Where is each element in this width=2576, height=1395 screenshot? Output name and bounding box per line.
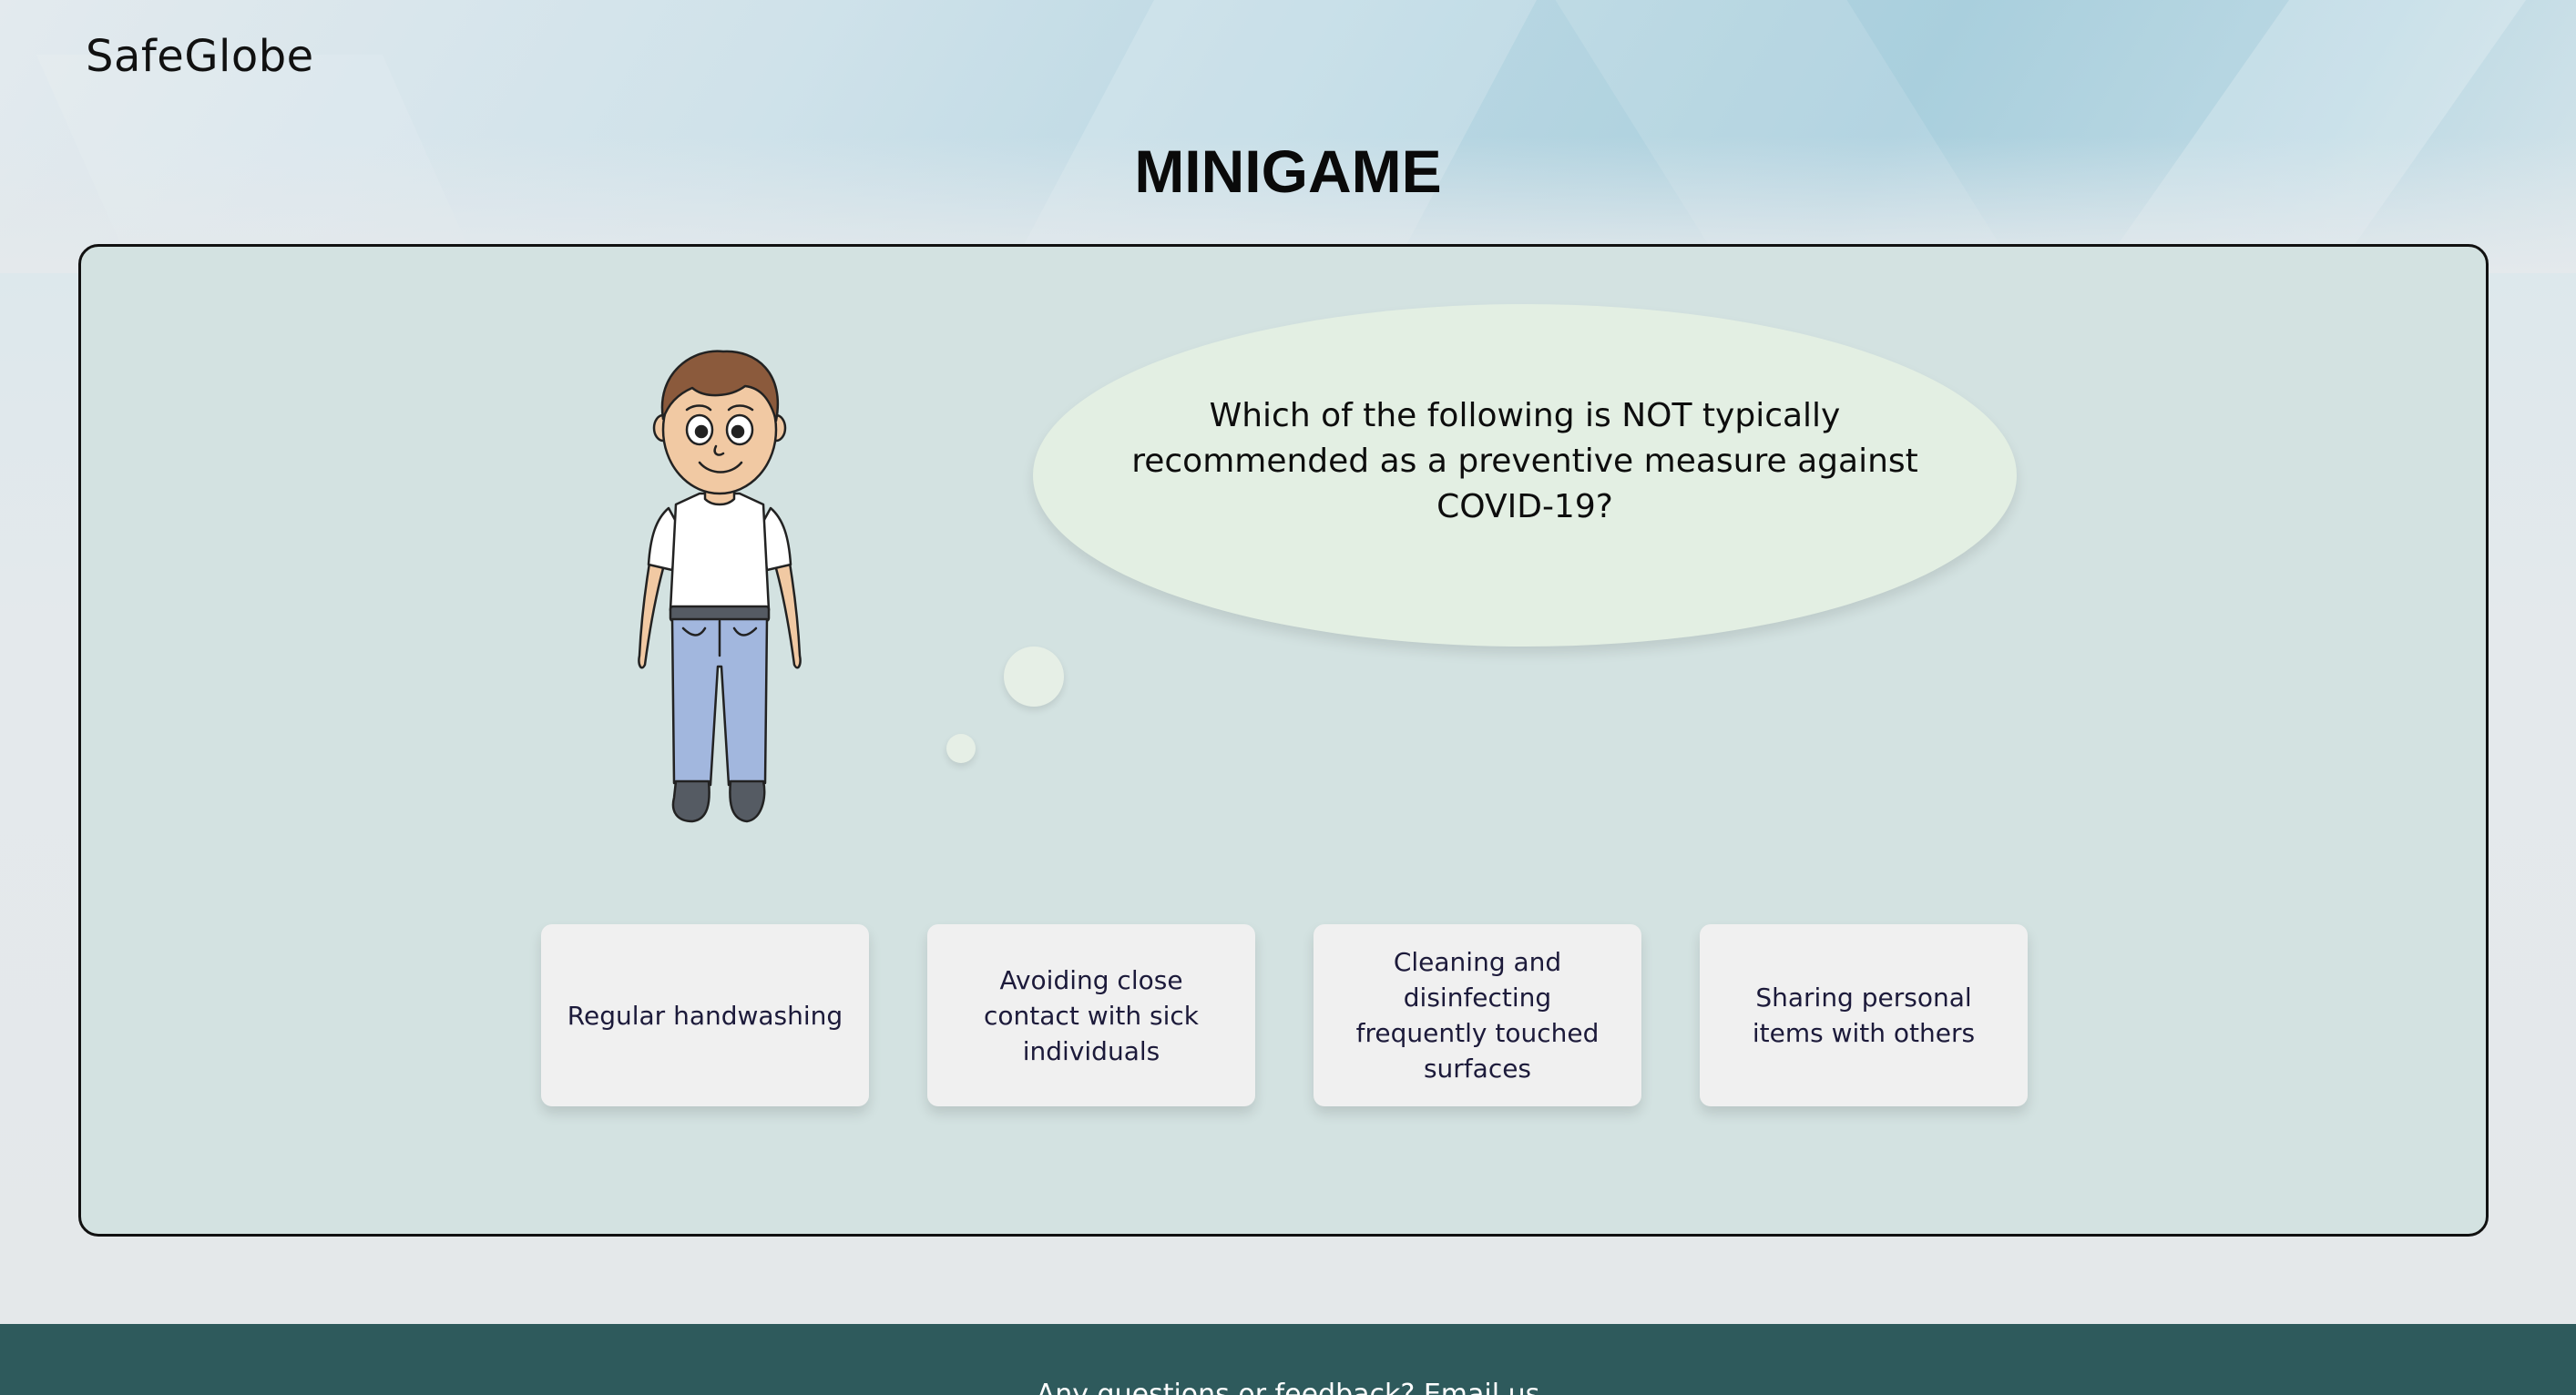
thought-bubble-dot	[946, 734, 976, 763]
page-title: MINIGAME	[1134, 137, 1442, 205]
answer-options: Regular handwashing Avoiding close conta…	[541, 924, 2029, 1106]
question-text: Which of the following is NOT typically …	[1131, 397, 1918, 525]
footer: Any questions or feedback? Email us	[0, 1324, 2576, 1395]
answer-option-button[interactable]: Sharing personal items with others	[1700, 924, 2028, 1106]
site-logo[interactable]: SafeGlobe	[86, 31, 314, 82]
thought-bubble: Which of the following is NOT typically …	[1033, 304, 2017, 647]
answer-option-button[interactable]: Avoiding close contact with sick individ…	[927, 924, 1255, 1106]
thought-bubble-dot	[1004, 647, 1064, 707]
cartoon-boy-character	[638, 350, 802, 823]
answer-option-button[interactable]: Cleaning and disinfecting frequently tou…	[1314, 924, 1641, 1106]
footer-contact-text: Any questions or feedback? Email us	[1036, 1379, 1540, 1395]
answer-option-button[interactable]: Regular handwashing	[541, 924, 869, 1106]
